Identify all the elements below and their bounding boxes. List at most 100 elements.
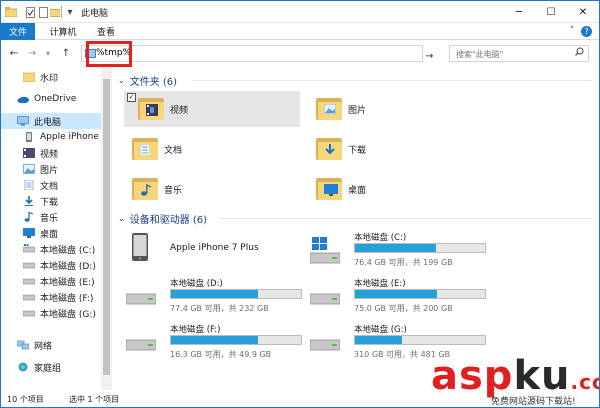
device-item-iphone[interactable]: Apple iPhone 7 Plus	[124, 227, 300, 273]
sidebar-item-label: Apple iPhone 7	[40, 132, 101, 142]
watermark: aspku.com 免费网站源码下载站!	[431, 353, 599, 407]
sidebar-scrollbar[interactable]	[101, 67, 112, 390]
collapse-chevron-icon[interactable]: ⌄	[118, 214, 125, 223]
up-button[interactable]: ↑	[59, 46, 73, 60]
drive-item-c[interactable]: 本地磁盘 (C:) 76.4 GB 可用，共 199 GB	[308, 227, 486, 273]
search-input[interactable]: 搜索"此电脑"	[456, 49, 503, 60]
drive-info: 77.4 GB 可用，共 232 GB	[170, 304, 269, 313]
sidebar-item-videos[interactable]: 视频	[1, 145, 101, 161]
ribbon-collapse-icon[interactable]: ˄	[565, 24, 579, 38]
folder-label: 桌面	[348, 185, 367, 196]
drive-usage-bar	[354, 289, 486, 299]
search-box[interactable]: 搜索"此电脑"	[449, 45, 589, 62]
watermark-com: .com	[570, 370, 599, 394]
minimize-button[interactable]: ─	[503, 1, 535, 23]
sidebar-item-downloads[interactable]: 下载	[1, 193, 101, 209]
folder-item-downloads[interactable]: 下载	[308, 131, 484, 167]
drive-usage-fill	[171, 290, 259, 298]
folder-item-music[interactable]: 音乐	[124, 171, 300, 207]
folder-item-pictures[interactable]: 图片	[308, 91, 484, 127]
sidebar-item-label: 桌面	[40, 229, 59, 240]
devices-section-header[interactable]: ⌄ 设备和驱动器 (6)	[118, 211, 207, 226]
app-icon[interactable]	[5, 5, 17, 19]
sidebar-item-drive-c[interactable]: 本地磁盘 (C:)	[1, 241, 101, 257]
download-folder-icon	[316, 138, 342, 160]
title-bar: ▾ 此电脑 ─ ☐ ✕	[1, 1, 599, 23]
drive-name: 本地磁盘 (C:)	[354, 233, 407, 243]
sidebar-item-label: 水印	[40, 73, 59, 84]
sidebar-item-documents[interactable]: 文档	[1, 177, 101, 193]
drive-usage-fill	[355, 244, 436, 252]
folders-section-header[interactable]: ⌄ 文件夹 (6)	[118, 73, 177, 88]
sidebar-item-drive-g[interactable]: 本地磁盘 (G:)	[1, 305, 101, 321]
qa-dropdown-icon[interactable]: ▾	[65, 5, 75, 19]
windows-drive-icon	[310, 237, 340, 264]
maximize-button[interactable]: ☐	[535, 1, 567, 23]
sidebar-item-label: 本地磁盘 (C:)	[40, 245, 96, 256]
folder-item-videos[interactable]: ✓ 视频	[124, 91, 300, 127]
folder-label: 文档	[164, 145, 183, 156]
sidebar-item-label: 此电脑	[34, 117, 62, 128]
search-icon[interactable]	[575, 47, 584, 59]
folder-item-desktop[interactable]: 桌面	[308, 171, 484, 207]
recent-locations-icon[interactable]: ▾	[41, 46, 55, 60]
navigation-pane: 水印 OneDrive 此电脑 Apple iPhone 7 视频 图片 文档	[1, 67, 101, 390]
content-pane: ⌄ 文件夹 (6) ✓ 视频 图片 文档 下载 音乐 桌面 ⌄ 设备和驱动器 (…	[112, 67, 599, 390]
document-icon[interactable]	[38, 5, 48, 19]
drive-item-e[interactable]: 本地磁盘 (E:) 75.0 GB 可用，共 200 GB	[308, 273, 486, 319]
sidebar-item-onedrive[interactable]: OneDrive	[1, 91, 101, 107]
sidebar-item-drive-d[interactable]: 本地磁盘 (D:)	[1, 257, 101, 273]
drive-icon	[310, 339, 340, 351]
folder-icon[interactable]	[50, 5, 60, 19]
sidebar-item-watermark[interactable]: 水印	[1, 69, 101, 85]
sidebar-item-this-pc[interactable]: 此电脑	[1, 113, 101, 129]
back-button[interactable]: ←	[7, 46, 21, 60]
scrollbar-thumb[interactable]	[103, 79, 110, 375]
check-icon[interactable]	[25, 5, 35, 19]
drive-icon	[126, 293, 156, 305]
help-icon[interactable]: ?	[581, 26, 592, 37]
watermark-subtitle: 免费网站源码下载站!	[491, 397, 576, 407]
folder-label: 下载	[348, 145, 367, 156]
sidebar-item-label: OneDrive	[34, 94, 77, 104]
drive-item-f[interactable]: 本地磁盘 (F:) 16.3 GB 可用，共 49.9 GB	[124, 319, 302, 365]
tab-view[interactable]: 查看	[89, 23, 123, 40]
folder-item-documents[interactable]: 文档	[124, 131, 300, 167]
close-button[interactable]: ✕	[567, 1, 599, 23]
video-folder-icon	[138, 98, 164, 120]
sidebar-item-drive-e[interactable]: 本地磁盘 (E:)	[1, 273, 101, 289]
drive-item-d[interactable]: 本地磁盘 (D:) 77.4 GB 可用，共 232 GB	[124, 273, 302, 319]
go-button[interactable]: →	[425, 51, 433, 62]
tab-computer[interactable]: 计算机	[41, 23, 85, 40]
drive-usage-bar	[354, 243, 486, 253]
sidebar-item-label: 本地磁盘 (F:)	[40, 293, 94, 304]
collapse-chevron-icon[interactable]: ⌄	[118, 76, 125, 85]
address-bar[interactable]: %tmp%	[81, 45, 423, 62]
sidebar-item-pictures[interactable]: 图片	[1, 161, 101, 177]
music-folder-icon	[132, 178, 158, 200]
desktop-folder-icon	[316, 178, 342, 200]
sidebar-item-label: 图片	[40, 165, 59, 176]
folders-section-rule	[192, 73, 592, 87]
picture-folder-icon	[316, 98, 342, 120]
selection-count: 选中 1 个项目	[69, 395, 120, 404]
drive-usage-bar	[170, 335, 302, 345]
sidebar-item-network[interactable]: 网络	[1, 337, 101, 353]
sidebar-item-drive-f[interactable]: 本地磁盘 (F:)	[1, 289, 101, 305]
forward-button[interactable]: →	[25, 46, 39, 60]
sidebar-item-music[interactable]: 音乐	[1, 209, 101, 225]
item-checkbox[interactable]: ✓	[127, 93, 136, 102]
folder-label: 视频	[170, 105, 189, 116]
sidebar-item-desktop[interactable]: 桌面	[1, 225, 101, 241]
drive-icon	[310, 293, 340, 305]
drive-usage-fill	[171, 336, 259, 344]
document-folder-icon	[132, 138, 158, 160]
sidebar-item-iphone[interactable]: Apple iPhone 7	[1, 129, 101, 145]
tab-file[interactable]: 文件	[1, 23, 35, 40]
drive-name: 本地磁盘 (D:)	[170, 279, 223, 289]
drive-name: 本地磁盘 (G:)	[354, 325, 407, 335]
drive-icon	[126, 339, 156, 351]
drive-name: 本地磁盘 (E:)	[354, 279, 406, 289]
sidebar-item-homegroup[interactable]: 家庭组	[1, 359, 101, 375]
drive-usage-bar	[354, 335, 486, 345]
